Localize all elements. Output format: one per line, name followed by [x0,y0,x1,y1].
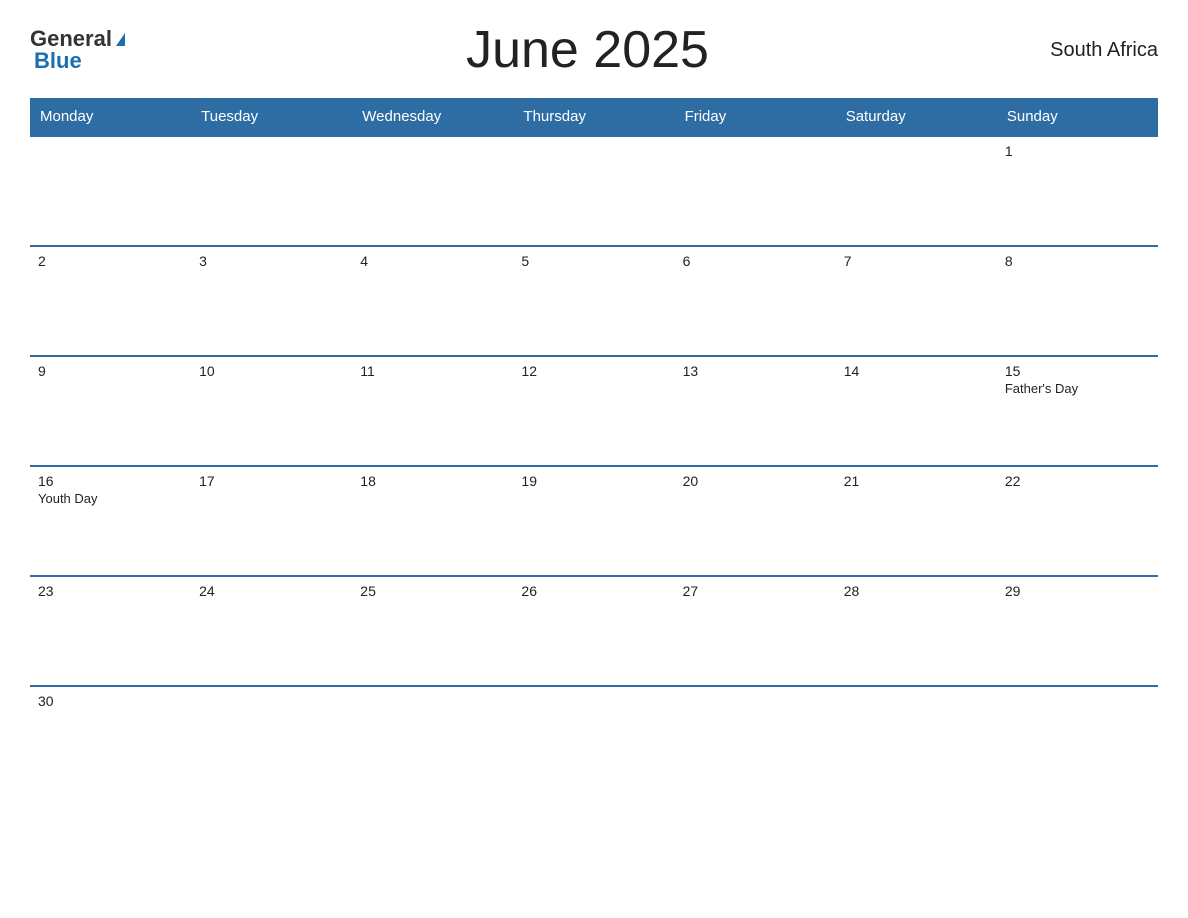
calendar-cell: 23 [30,576,191,686]
calendar-cell: 10 [191,356,352,466]
calendar-row-0: 1 [30,136,1158,246]
day-number: 14 [844,363,989,379]
calendar-cell: 27 [675,576,836,686]
day-number: 22 [1005,473,1150,489]
logo-arrow-up-icon [116,33,125,46]
calendar-cell: 20 [675,466,836,576]
calendar-row-2: 9 10 11 12 13 14 15 Father's Day [30,356,1158,466]
page-header: General Blue June 2025 South Africa [30,20,1158,80]
calendar-cell: 4 [352,246,513,356]
calendar-cell: 30 [30,686,191,796]
logo-icon [116,33,125,46]
calendar-cell: 3 [191,246,352,356]
day-number: 15 [1005,363,1150,379]
calendar-cell: 12 [513,356,674,466]
calendar-table: MondayTuesdayWednesdayThursdayFridaySatu… [30,98,1158,796]
day-number: 13 [683,363,828,379]
calendar-cell: 28 [836,576,997,686]
calendar-cell: 18 [352,466,513,576]
calendar-cell: 2 [30,246,191,356]
day-number: 1 [1005,143,1150,159]
day-number: 6 [683,253,828,269]
day-number: 19 [521,473,666,489]
logo-blue-text: Blue [34,48,82,73]
calendar-header: MondayTuesdayWednesdayThursdayFridaySatu… [30,98,1158,136]
calendar-row-3: 16 Youth Day 17 18 19 20 21 22 [30,466,1158,576]
day-number: 21 [844,473,989,489]
day-number: 18 [360,473,505,489]
calendar-cell [30,136,191,246]
calendar-cell [513,686,674,796]
calendar-cell: 9 [30,356,191,466]
day-number: 3 [199,253,344,269]
calendar-cell: 25 [352,576,513,686]
day-number: 24 [199,583,344,599]
day-number: 17 [199,473,344,489]
calendar-event: Youth Day [38,491,183,506]
calendar-cell: 1 [997,136,1158,246]
day-number: 7 [844,253,989,269]
calendar-cell: 16 Youth Day [30,466,191,576]
calendar-event: Father's Day [1005,381,1150,396]
weekday-header-tuesday: Tuesday [191,98,352,136]
calendar-cell: 29 [997,576,1158,686]
day-number: 4 [360,253,505,269]
weekday-header-sunday: Sunday [997,98,1158,136]
calendar-cell [836,136,997,246]
calendar-cell: 5 [513,246,674,356]
day-number: 2 [38,253,183,269]
day-number: 25 [360,583,505,599]
calendar-cell: 22 [997,466,1158,576]
calendar-cell: 15 Father's Day [997,356,1158,466]
calendar-cell: 13 [675,356,836,466]
calendar-cell [352,686,513,796]
day-number: 27 [683,583,828,599]
calendar-cell [191,136,352,246]
calendar-cell [997,686,1158,796]
day-number: 9 [38,363,183,379]
calendar-row-4: 23 24 25 26 27 28 29 [30,576,1158,686]
calendar-cell: 8 [997,246,1158,356]
month-title: June 2025 [466,20,709,80]
weekday-header-thursday: Thursday [513,98,674,136]
calendar-cell: 17 [191,466,352,576]
weekday-header-row: MondayTuesdayWednesdayThursdayFridaySatu… [30,98,1158,136]
day-number: 26 [521,583,666,599]
day-number: 30 [38,693,183,709]
calendar-cell: 14 [836,356,997,466]
calendar-cell: 24 [191,576,352,686]
weekday-header-friday: Friday [675,98,836,136]
calendar-cell [675,686,836,796]
day-number: 12 [521,363,666,379]
calendar-row-5: 30 [30,686,1158,796]
calendar-cell: 21 [836,466,997,576]
day-number: 16 [38,473,183,489]
calendar-row-1: 2345 678 [30,246,1158,356]
calendar-cell: 7 [836,246,997,356]
calendar-cell [191,686,352,796]
country-label: South Africa [1050,39,1158,62]
day-number: 5 [521,253,666,269]
calendar-cell: 26 [513,576,674,686]
day-number: 8 [1005,253,1150,269]
day-number: 20 [683,473,828,489]
day-number: 23 [38,583,183,599]
day-number: 28 [844,583,989,599]
day-number: 10 [199,363,344,379]
weekday-header-wednesday: Wednesday [352,98,513,136]
calendar-cell: 19 [513,466,674,576]
calendar-cell [352,136,513,246]
weekday-header-monday: Monday [30,98,191,136]
logo-general-text: General [30,28,112,50]
calendar-cell [675,136,836,246]
calendar-cell [513,136,674,246]
day-number: 11 [360,363,505,379]
calendar-cell: 11 [352,356,513,466]
day-number: 29 [1005,583,1150,599]
weekday-header-saturday: Saturday [836,98,997,136]
logo: General Blue [30,28,125,72]
calendar-body: 123456789101112131415Father's Day16Youth… [30,136,1158,796]
calendar-cell: 6 [675,246,836,356]
calendar-cell [836,686,997,796]
